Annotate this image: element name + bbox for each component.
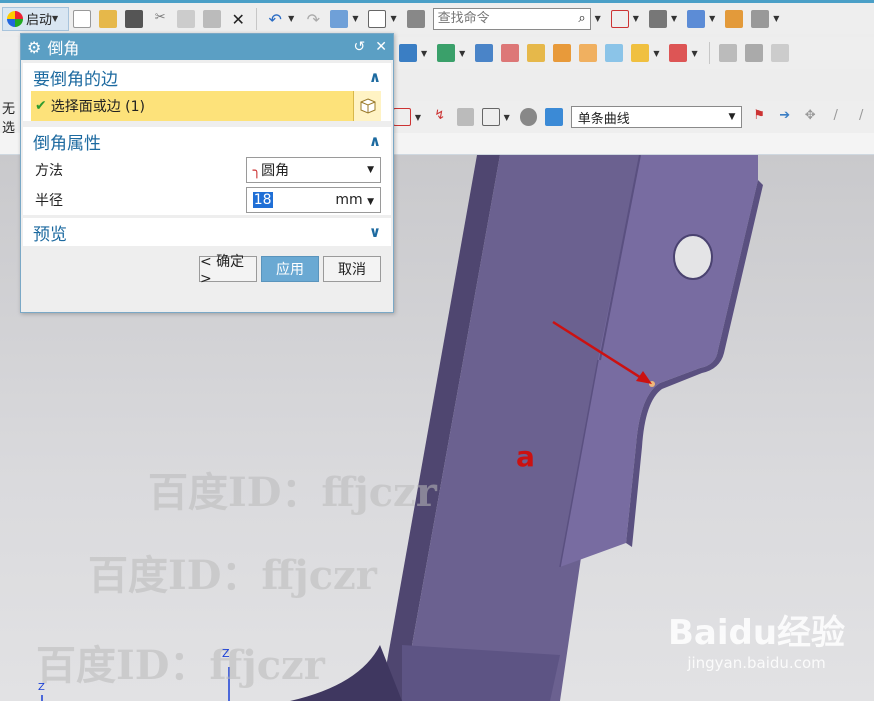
edges-group: 要倒角的边 ∧ ✔ 选择面或边 (1) xyxy=(23,63,391,121)
pattern-icon[interactable] xyxy=(605,44,624,62)
cancel-button[interactable]: 取消 xyxy=(323,256,381,282)
select-box-icon[interactable] xyxy=(482,108,500,126)
preview-group: 预览 ∨ xyxy=(23,218,391,246)
assembly-icon[interactable] xyxy=(770,44,789,62)
undo-icon[interactable]: ↶ xyxy=(266,10,284,29)
check-icon: ✔ xyxy=(35,98,47,114)
pencil-icon[interactable]: / xyxy=(827,108,845,126)
gear-icon[interactable]: ⚙ xyxy=(27,38,41,57)
trim-icon[interactable] xyxy=(579,44,598,62)
snap-point-icon[interactable] xyxy=(393,108,411,126)
properties-group: 倒角属性 ∧ 方法 ╮圆角 ▼ 半径 18 mm ▼ xyxy=(23,127,391,215)
new-file-icon[interactable] xyxy=(73,9,92,28)
radius-row: 半径 18 mm ▼ xyxy=(23,185,391,215)
measure-icon[interactable] xyxy=(718,44,737,62)
radius-label: 半径 xyxy=(35,193,63,209)
draft-icon[interactable] xyxy=(553,44,572,62)
open-folder-icon[interactable] xyxy=(99,9,118,28)
delete-icon[interactable]: ✕ xyxy=(229,10,247,29)
axis-label-z: Z xyxy=(222,647,230,660)
render-style-icon[interactable] xyxy=(648,9,667,28)
nx-logo-icon xyxy=(7,10,23,27)
curve-snap-icon[interactable]: ↯ xyxy=(431,108,449,126)
layer-icon[interactable] xyxy=(725,9,744,28)
hole-icon[interactable] xyxy=(437,44,456,62)
chevron-up-icon[interactable]: ∧ xyxy=(369,132,381,150)
arrow-right-icon[interactable]: ➔ xyxy=(776,108,794,126)
preview-group-header[interactable]: 预览 ∨ xyxy=(23,218,391,246)
extrude-icon[interactable] xyxy=(399,44,417,62)
solid-icon[interactable] xyxy=(545,108,563,126)
chevron-down-icon[interactable]: ▼ xyxy=(367,197,374,207)
save-icon[interactable] xyxy=(125,9,144,28)
command-search-field[interactable] xyxy=(437,11,558,26)
start-button[interactable]: 启动 ▼ xyxy=(2,6,70,31)
section-icon[interactable] xyxy=(751,9,770,28)
select-edge-row[interactable]: ✔ 选择面或边 (1) xyxy=(31,91,381,121)
chevron-down-icon[interactable]: ▼ xyxy=(367,165,374,175)
watermark: 百度ID：ffjczr xyxy=(88,552,377,599)
offset-icon[interactable] xyxy=(669,44,688,62)
main-toolbar: 启动 ▼ ✂ ✕ ↶▼ ↷ ▼ ▼ ⌕ ▼ ▼ ▼ ▼ ▼ xyxy=(0,0,874,34)
shell-icon[interactable] xyxy=(527,44,546,62)
method-label: 方法 xyxy=(35,163,63,179)
fillet-dialog: ⚙ 倒角 ↺ ✕ 要倒角的边 ∧ ✔ 选择面或边 (1) 倒角属性 ∧ 方法 ╮… xyxy=(20,33,394,313)
blend-icon[interactable] xyxy=(475,44,494,62)
edges-group-header[interactable]: 要倒角的边 ∧ xyxy=(23,63,391,91)
copy-icon[interactable] xyxy=(177,9,196,28)
axis-label-z-small: Z xyxy=(38,682,45,693)
move-icon[interactable]: ✥ xyxy=(801,108,819,126)
pencil2-icon[interactable]: / xyxy=(852,108,870,126)
chevron-up-icon[interactable]: ∧ xyxy=(369,68,381,86)
command-search-input[interactable]: ⌕ xyxy=(432,7,591,30)
curve-rule-select[interactable]: 单条曲线 ▼ xyxy=(570,106,743,128)
dialog-title: 倒角 xyxy=(47,39,80,58)
reset-icon[interactable]: ↺ xyxy=(354,39,366,55)
search-icon[interactable]: ⌕ xyxy=(578,11,585,26)
chevron-down-icon[interactable]: ∨ xyxy=(369,223,381,241)
properties-group-header[interactable]: 倒角属性 ∧ xyxy=(23,127,391,155)
cube-select-icon[interactable] xyxy=(353,91,381,121)
annotation-label: a xyxy=(516,440,535,473)
watermark: 百度ID：ffjczr xyxy=(148,469,437,516)
command-finder-icon[interactable] xyxy=(406,9,425,28)
analysis-icon[interactable] xyxy=(744,44,763,62)
dialog-title-bar[interactable]: ⚙ 倒角 ↺ ✕ xyxy=(21,34,393,60)
intent-icon[interactable] xyxy=(456,108,475,126)
paste-icon[interactable] xyxy=(203,9,222,28)
close-icon[interactable]: ✕ xyxy=(375,39,387,55)
display-mode-icon[interactable] xyxy=(330,9,349,28)
dialog-buttons: < 确定 > 应用 取消 xyxy=(21,249,393,287)
window-icon[interactable] xyxy=(368,9,387,28)
redo-icon[interactable]: ↷ xyxy=(304,10,322,29)
stop-icon[interactable]: ⚑ xyxy=(750,108,768,126)
chamfer-icon[interactable] xyxy=(501,44,520,62)
unite-icon[interactable] xyxy=(631,44,650,62)
apply-button[interactable]: 应用 xyxy=(261,256,319,282)
ok-button[interactable]: < 确定 > xyxy=(199,254,257,287)
method-select[interactable]: ╮圆角 ▼ xyxy=(245,157,381,183)
method-row: 方法 ╮圆角 ▼ xyxy=(23,155,391,185)
round-corner-icon: ╮ xyxy=(252,163,262,179)
sphere-icon[interactable] xyxy=(519,108,538,126)
fit-view-icon[interactable] xyxy=(610,9,629,28)
cut-icon[interactable]: ✂ xyxy=(151,10,169,28)
baidu-logo: Baidu经验 jingyan.baidu.com xyxy=(668,613,846,672)
radius-input[interactable]: 18 mm ▼ xyxy=(245,187,381,213)
unit-label[interactable]: mm xyxy=(335,192,362,208)
watermark: 百度ID：ffjczr xyxy=(36,642,325,689)
view-cube-icon[interactable] xyxy=(687,9,706,28)
